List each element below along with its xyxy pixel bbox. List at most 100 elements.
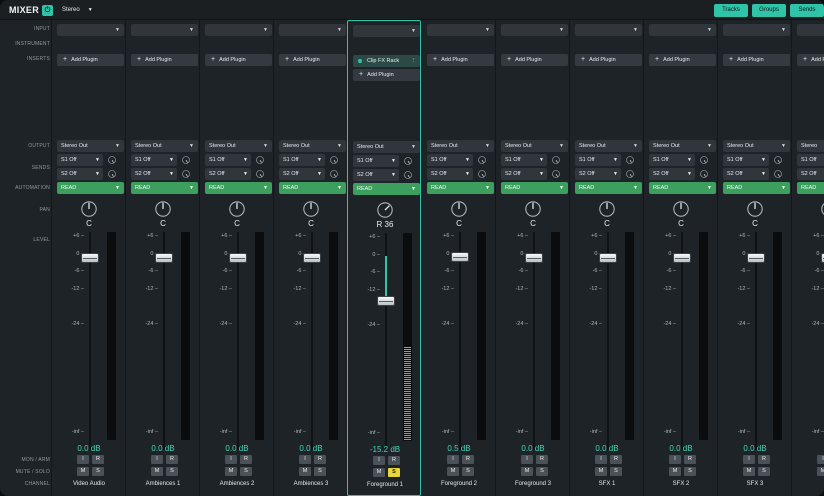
send2-select[interactable]: S2 Off▼ <box>353 169 399 181</box>
send2-select[interactable]: S2 Off▼ <box>723 168 769 180</box>
mute-button[interactable]: M <box>151 467 163 476</box>
send2-select[interactable]: S2 Off▼ <box>575 168 621 180</box>
send2-level-knob[interactable] <box>403 170 413 180</box>
plugin-slot[interactable]: Clip FX Rack ⋮ <box>353 55 420 67</box>
automation-select[interactable]: READ ▼ <box>427 182 494 194</box>
add-plugin-button[interactable]: +Add Plugin <box>427 54 494 66</box>
send1-level-knob[interactable] <box>255 155 265 165</box>
groups-button[interactable]: Groups <box>752 4 786 17</box>
send1-select[interactable]: S1 Off▼ <box>649 154 695 166</box>
pan-knob[interactable] <box>746 200 764 218</box>
mute-button[interactable]: M <box>595 467 607 476</box>
channel-strip[interactable]: ▼ + Add Plugin Stereo Out ▼ S1 Off ▼ S2 Off ▼ REA… <box>421 20 495 496</box>
input-select[interactable]: ▼ <box>353 25 420 37</box>
add-plugin-button[interactable]: +Add Plugin <box>649 54 716 66</box>
pan-knob[interactable] <box>820 200 824 218</box>
pan-knob[interactable] <box>80 200 98 218</box>
send1-level-knob[interactable] <box>181 155 191 165</box>
mute-button[interactable]: M <box>521 467 533 476</box>
send1-select[interactable]: S1 Off▼ <box>501 154 547 166</box>
pan-knob[interactable] <box>524 200 542 218</box>
send1-select[interactable]: S1 Off▼ <box>205 154 251 166</box>
fader-handle[interactable] <box>81 253 99 263</box>
pan-knob[interactable] <box>302 200 320 218</box>
send1-level-knob[interactable] <box>329 155 339 165</box>
automation-select[interactable]: READ ▼ <box>649 182 716 194</box>
send1-level-knob[interactable] <box>625 155 635 165</box>
send1-select[interactable]: S1 Off▼ <box>131 154 177 166</box>
input-select[interactable]: ▼ <box>501 24 568 36</box>
send2-select[interactable]: S2 Off▼ <box>797 168 824 180</box>
automation-select[interactable]: READ ▼ <box>205 182 272 194</box>
channel-strip[interactable]: ▼ + Add Plugin Stereo Out ▼ S1 Off ▼ S2 Off ▼ REA… <box>495 20 569 496</box>
fader-handle[interactable] <box>673 253 691 263</box>
automation-select[interactable]: READ ▼ <box>279 182 346 194</box>
arm-button[interactable]: R <box>166 455 178 464</box>
channel-strip[interactable]: ▼ + Add Plugin Stereo Out ▼ S1 Off ▼ S2 Off ▼ REA… <box>717 20 791 496</box>
output-select[interactable]: Stereo Out ▼ <box>427 140 494 152</box>
add-plugin-button[interactable]: +Add Plugin <box>131 54 198 66</box>
send2-level-knob[interactable] <box>699 169 709 179</box>
channel-strip[interactable]: ▼ + Add Plugin Stereo Out ▼ S1 Off ▼ S2 Off ▼ REA… <box>643 20 717 496</box>
send1-select[interactable]: S1 Off▼ <box>797 154 824 166</box>
solo-button[interactable]: S <box>166 467 178 476</box>
send2-level-knob[interactable] <box>477 169 487 179</box>
arm-button[interactable]: R <box>610 455 622 464</box>
mute-button[interactable]: M <box>225 467 237 476</box>
pan-knob[interactable] <box>598 200 616 218</box>
channel-strip[interactable]: ▼ + Add Plugin Stereo Out ▼ S1 Off ▼ S2 Off ▼ REA… <box>273 20 347 496</box>
mute-button[interactable]: M <box>447 467 459 476</box>
fader-handle[interactable] <box>525 253 543 263</box>
send2-level-knob[interactable] <box>181 169 191 179</box>
output-select[interactable]: Stereo Out ▼ <box>57 140 124 152</box>
channel-strip[interactable]: ▼ + Add Plugin Stereo Out ▼ S1 Off ▼ S2 Off ▼ REA… <box>125 20 199 496</box>
add-plugin-button[interactable]: +Add Plugin <box>797 54 824 66</box>
output-select[interactable]: Stereo Out ▼ <box>649 140 716 152</box>
mute-button[interactable]: M <box>817 467 824 476</box>
send2-select[interactable]: S2 Off▼ <box>501 168 547 180</box>
send2-select[interactable]: S2 Off▼ <box>279 168 325 180</box>
monitor-button[interactable]: I <box>77 455 89 464</box>
send2-select[interactable]: S2 Off▼ <box>57 168 103 180</box>
solo-button[interactable]: S <box>314 467 326 476</box>
add-plugin-button[interactable]: +Add Plugin <box>501 54 568 66</box>
send2-level-knob[interactable] <box>329 169 339 179</box>
solo-button[interactable]: S <box>758 467 770 476</box>
fader-handle[interactable] <box>377 295 395 306</box>
input-select[interactable]: ▼ <box>205 24 272 36</box>
pan-knob[interactable] <box>450 200 468 218</box>
send1-select[interactable]: S1 Off▼ <box>57 154 103 166</box>
pan-knob[interactable] <box>154 200 172 218</box>
solo-button[interactable]: S <box>536 467 548 476</box>
monitor-button[interactable]: I <box>595 455 607 464</box>
fader-handle[interactable] <box>451 251 469 262</box>
automation-select[interactable]: READ ▼ <box>501 182 568 194</box>
send2-select[interactable]: S2 Off▼ <box>649 168 695 180</box>
output-select[interactable]: Stereo Out ▼ <box>279 140 346 152</box>
arm-button[interactable]: R <box>462 455 474 464</box>
arm-button[interactable]: R <box>240 455 252 464</box>
output-select[interactable]: Stereo Out ▼ <box>131 140 198 152</box>
send2-level-knob[interactable] <box>255 169 265 179</box>
input-select[interactable]: ▼ <box>723 24 790 36</box>
output-select[interactable]: Stereo▼ <box>797 140 824 152</box>
send1-level-knob[interactable] <box>403 156 413 166</box>
input-select[interactable]: ▼ <box>575 24 642 36</box>
add-plugin-button[interactable]: +Add Plugin <box>353 69 420 81</box>
arm-button[interactable]: R <box>388 456 400 465</box>
automation-select[interactable]: READ ▼ <box>57 182 124 194</box>
add-plugin-button[interactable]: +Add Plugin <box>205 54 272 66</box>
send1-select[interactable]: S1 Off▼ <box>723 154 769 166</box>
output-select[interactable]: Stereo Out ▼ <box>353 141 420 153</box>
solo-button[interactable]: S <box>684 467 696 476</box>
monitor-button[interactable]: I <box>447 455 459 464</box>
send1-level-knob[interactable] <box>477 155 487 165</box>
output-select[interactable]: Stereo Out ▼ <box>723 140 790 152</box>
input-select[interactable]: ▼ <box>57 24 124 36</box>
channel-strip[interactable]: ▼ + Add Plugin Stereo Out ▼ S1 Off ▼ S2 Off ▼ REA… <box>199 20 273 496</box>
sends-button[interactable]: Sends <box>790 4 824 17</box>
send2-select[interactable]: S2 Off▼ <box>205 168 251 180</box>
automation-select[interactable]: READ ▼ <box>131 182 198 194</box>
input-select[interactable]: ▼ <box>649 24 716 36</box>
channel-strip[interactable]: ▼ + Add Plugin Stereo Out ▼ S1 Off ▼ S2 Off ▼ REA… <box>569 20 643 496</box>
